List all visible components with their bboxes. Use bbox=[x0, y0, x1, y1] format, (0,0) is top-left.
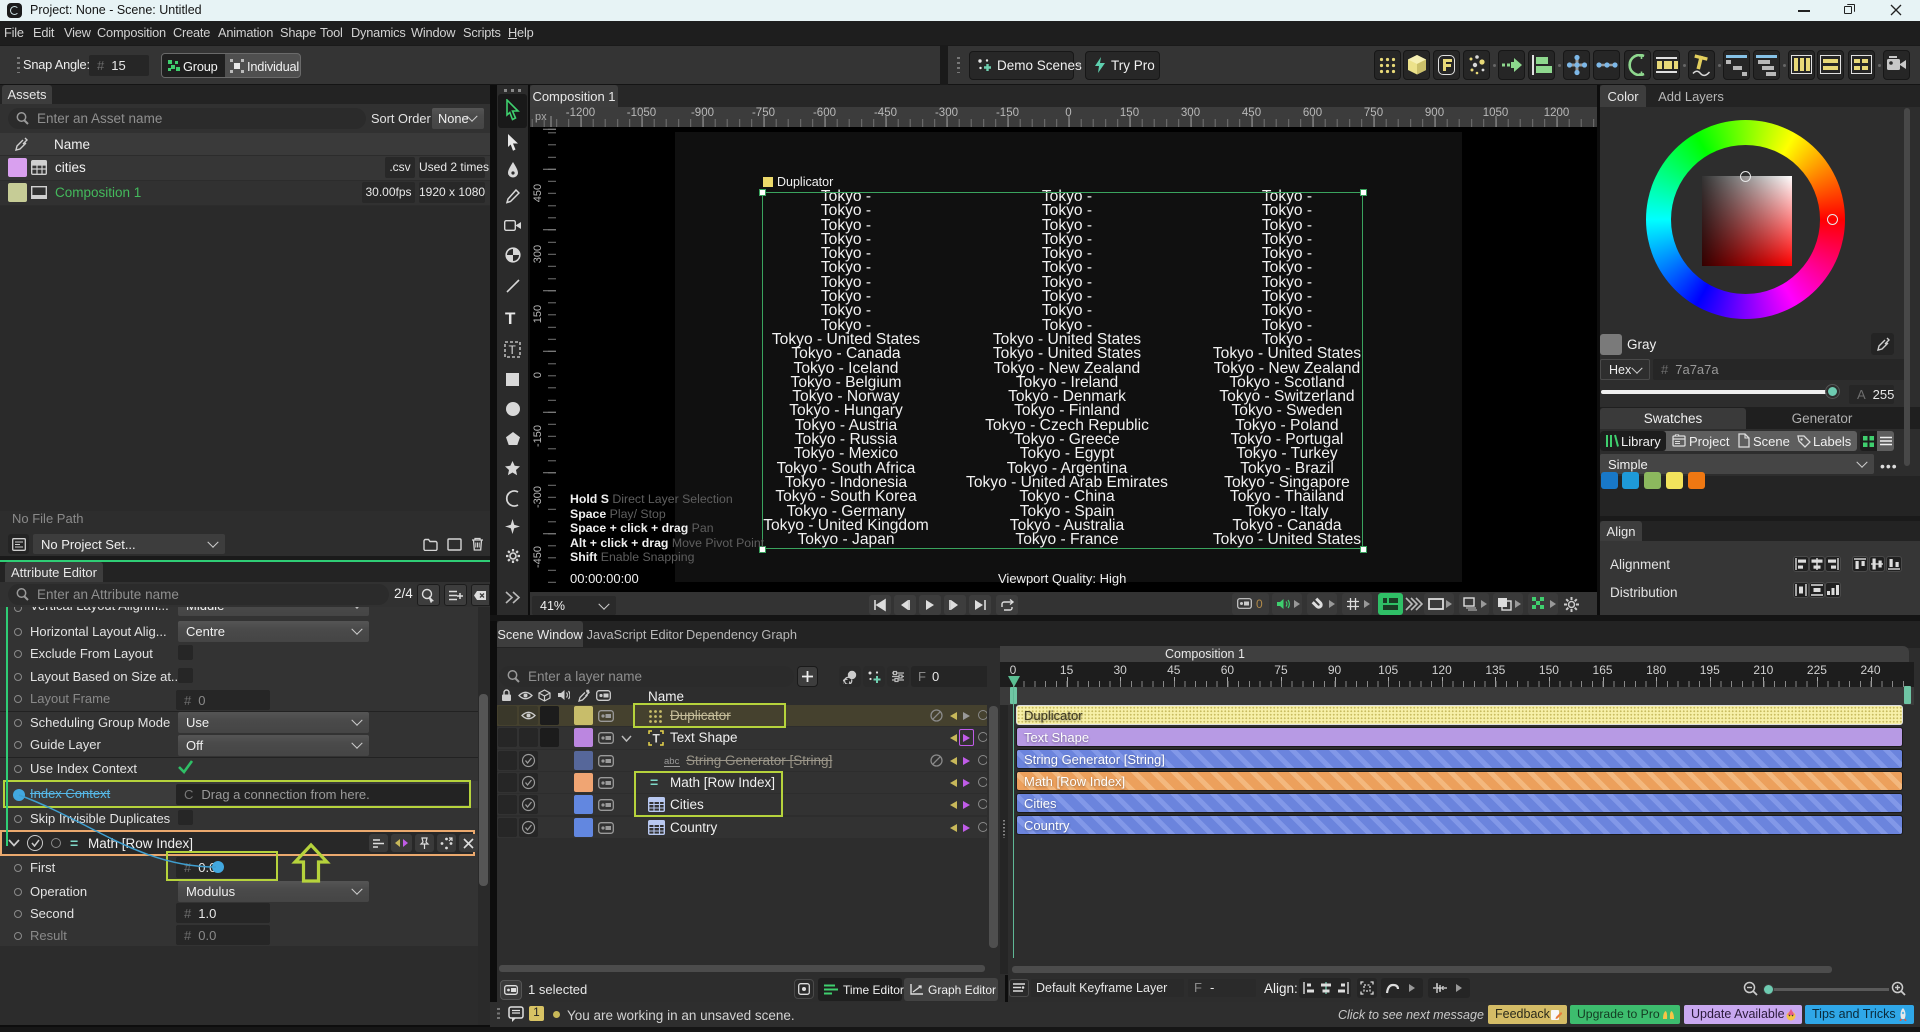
svg-text:T: T bbox=[653, 732, 661, 746]
svg-text:abc: abc bbox=[664, 756, 680, 767]
svg-text:T: T bbox=[509, 343, 517, 357]
